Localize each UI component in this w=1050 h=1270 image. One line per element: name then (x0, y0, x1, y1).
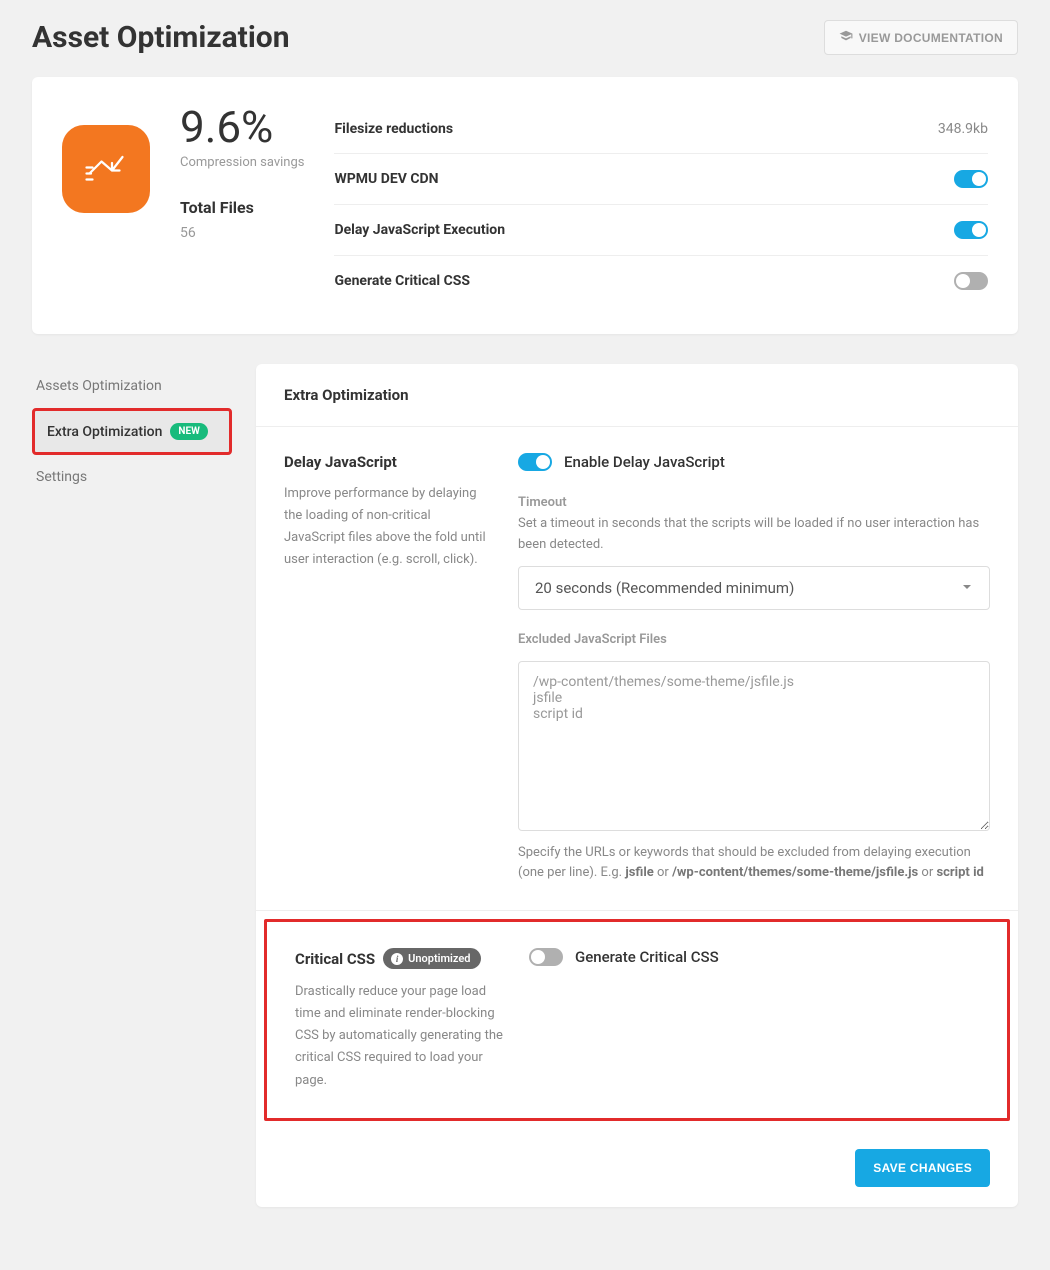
panel-footer: SAVE CHANGES (256, 1129, 1018, 1207)
view-documentation-button[interactable]: VIEW DOCUMENTATION (824, 20, 1018, 55)
stat-label: Filesize reductions (334, 121, 453, 137)
critical-css-title: Critical CSS (295, 950, 375, 968)
main-panel: Extra Optimization Delay JavaScript Impr… (256, 364, 1018, 1207)
generate-critical-css-toggle[interactable] (529, 948, 563, 966)
timeout-label: Timeout (518, 495, 990, 510)
new-badge: NEW (170, 423, 207, 440)
timeout-help: Set a timeout in seconds that the script… (518, 514, 990, 556)
page-title: Asset Optimization (32, 20, 290, 55)
compression-label: Compression savings (180, 155, 304, 170)
total-files-value: 56 (180, 225, 304, 241)
save-changes-button[interactable]: SAVE CHANGES (855, 1149, 990, 1187)
delay-js-desc: Improve performance by delaying the load… (284, 483, 494, 571)
cdn-toggle[interactable] (954, 170, 988, 188)
delay-js-title: Delay JavaScript (284, 453, 397, 471)
sidebar-item-extra[interactable]: Extra Optimization NEW (32, 408, 232, 455)
section-critical-css: Critical CSS Unoptimized Drastically red… (264, 919, 1010, 1120)
stat-label: Generate Critical CSS (334, 273, 470, 289)
stat-row-critical-css: Generate Critical CSS (334, 256, 988, 306)
stat-row-delay-js: Delay JavaScript Execution (334, 205, 988, 256)
sidebar-item-assets[interactable]: Assets Optimization (32, 364, 232, 408)
excluded-help: Specify the URLs or keywords that should… (518, 843, 990, 885)
doc-button-label: VIEW DOCUMENTATION (859, 31, 1003, 45)
compression-percentage: 9.6% (180, 105, 304, 149)
section-delay-js: Delay JavaScript Improve performance by … (256, 427, 1018, 911)
sidebar-item-label: Assets Optimization (36, 378, 162, 394)
enable-delay-js-toggle[interactable] (518, 453, 552, 471)
timeout-selected-value: 20 seconds (Recommended minimum) (535, 579, 794, 597)
panel-header: Extra Optimization (256, 364, 1018, 427)
critical-css-toggle[interactable] (954, 272, 988, 290)
hummingbird-icon (62, 125, 150, 213)
stat-label: WPMU DEV CDN (334, 171, 438, 187)
enable-delay-js-label: Enable Delay JavaScript (564, 453, 725, 471)
generate-critical-css-label: Generate Critical CSS (575, 948, 719, 966)
academic-cap-icon (839, 29, 853, 46)
unoptimized-badge: Unoptimized (383, 948, 480, 969)
chevron-down-icon (961, 579, 973, 597)
delay-js-toggle[interactable] (954, 221, 988, 239)
critical-css-desc: Drastically reduce your page load time a… (295, 981, 505, 1091)
excluded-label: Excluded JavaScript Files (518, 632, 990, 647)
timeout-select[interactable]: 20 seconds (Recommended minimum) (518, 566, 990, 610)
stat-value: 348.9kb (938, 121, 988, 137)
stat-row-cdn: WPMU DEV CDN (334, 154, 988, 205)
sidebar-item-label: Extra Optimization (47, 424, 162, 440)
stat-label: Delay JavaScript Execution (334, 222, 505, 238)
stat-row-filesize: Filesize reductions 348.9kb (334, 105, 988, 154)
summary-card: 9.6% Compression savings Total Files 56 … (32, 77, 1018, 334)
total-files-label: Total Files (180, 198, 304, 217)
sidebar-item-label: Settings (36, 469, 87, 485)
sidebar-item-settings[interactable]: Settings (32, 455, 232, 499)
sidebar: Assets Optimization Extra Optimization N… (32, 364, 232, 499)
excluded-js-textarea[interactable] (518, 661, 990, 831)
